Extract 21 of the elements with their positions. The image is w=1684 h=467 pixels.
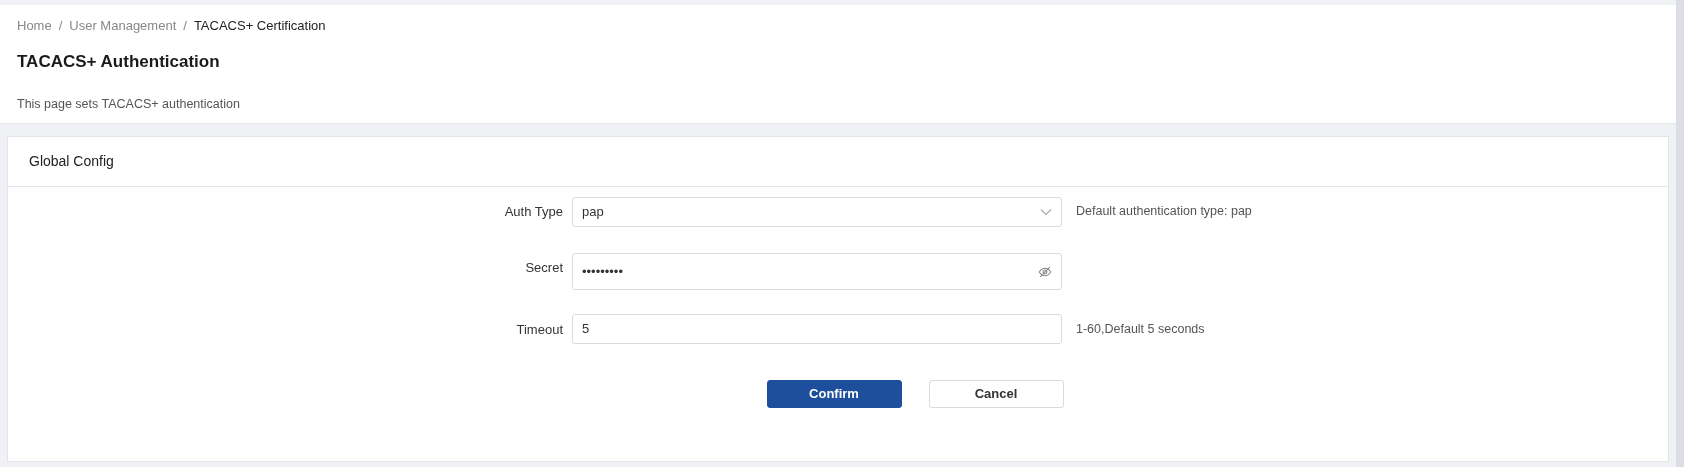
breadcrumb-separator: / <box>58 17 63 36</box>
field-label: Auth Type <box>504 203 563 221</box>
breadcrumb-current: TACACS+ Certification <box>193 17 326 36</box>
field-hint: Default authentication type: pap <box>1076 203 1252 220</box>
chevron-down-icon <box>1040 208 1052 216</box>
field-label: Secret <box>525 259 563 277</box>
page-description: This page sets TACACS+ authentication <box>17 95 240 113</box>
breadcrumb-link[interactable]: User Management <box>69 16 177 36</box>
breadcrumb-separator: / <box>183 17 187 36</box>
select-field[interactable]: pap <box>572 197 1062 227</box>
confirm-button[interactable]: Confirm <box>766 380 902 408</box>
eye-hidden-icon[interactable] <box>1038 264 1052 279</box>
scrollbar[interactable] <box>1676 0 1684 467</box>
field-hint: 1-60,Default 5 seconds <box>1076 321 1205 338</box>
breadcrumb-link[interactable]: Home <box>17 16 52 36</box>
card-title: Global Config <box>29 152 114 171</box>
field-label: Timeout <box>516 321 563 339</box>
password-field[interactable]: ••••••••• <box>572 253 1062 290</box>
input-field[interactable]: 5 <box>572 314 1062 344</box>
page-title: TACACS+ Authentication <box>17 51 220 73</box>
cancel-button[interactable]: Cancel <box>928 380 1064 408</box>
